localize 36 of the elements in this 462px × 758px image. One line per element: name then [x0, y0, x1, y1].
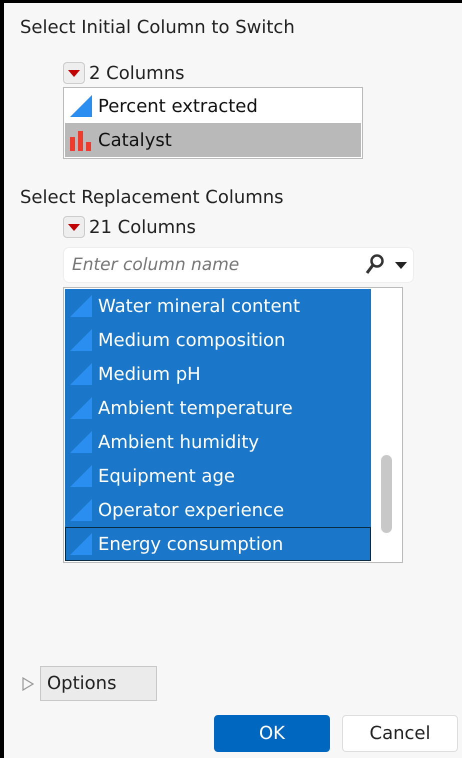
triangle-icon	[70, 431, 92, 453]
menu-toggle-button[interactable]	[63, 62, 85, 84]
column-count: 21 Columns	[89, 216, 196, 238]
column-list-item[interactable]: Ambient humidity	[65, 425, 371, 459]
ok-button[interactable]: OK	[214, 715, 330, 752]
column-list-item[interactable]: Catalyst	[65, 123, 361, 157]
column-list-item[interactable]: Medium composition	[65, 323, 371, 357]
triangle-icon	[70, 329, 92, 351]
triangle-icon	[70, 363, 92, 385]
search-icon	[365, 254, 385, 276]
options-button[interactable]: Options	[40, 666, 157, 701]
column-list-item[interactable]: Ambient temperature	[65, 391, 371, 425]
cancel-button[interactable]: Cancel	[342, 715, 458, 752]
section-title: Select Initial Column to Switch	[19, 16, 296, 39]
column-list-item[interactable]: Energy consumption	[65, 527, 371, 561]
scrollbar-thumb[interactable]	[380, 455, 392, 533]
search-field[interactable]: Enter column name	[63, 247, 414, 283]
caret-icon	[68, 70, 80, 76]
dropdown-arrow-icon[interactable]	[395, 262, 407, 268]
triangle-icon	[70, 465, 92, 487]
section-title: Select Replacement Columns	[19, 186, 285, 209]
triangle-icon	[70, 533, 92, 555]
triangle-icon	[70, 95, 92, 117]
column-list-item[interactable]: Medium pH	[65, 357, 371, 391]
caret-icon	[68, 224, 80, 230]
triangle-icon	[70, 397, 92, 419]
expand-triangle-icon[interactable]	[22, 676, 34, 690]
triangle-icon	[70, 499, 92, 521]
column-list-item[interactable]: Water mineral content	[65, 289, 371, 323]
triangle-icon	[70, 295, 92, 317]
column-list-item[interactable]: Operator experience	[65, 493, 371, 527]
search-input[interactable]: Enter column name	[70, 254, 361, 276]
column-count: 2 Columns	[89, 62, 184, 84]
bar-chart-icon	[70, 129, 92, 151]
column-list-item[interactable]: Equipment age	[65, 459, 371, 493]
menu-toggle-button[interactable]	[63, 216, 85, 238]
